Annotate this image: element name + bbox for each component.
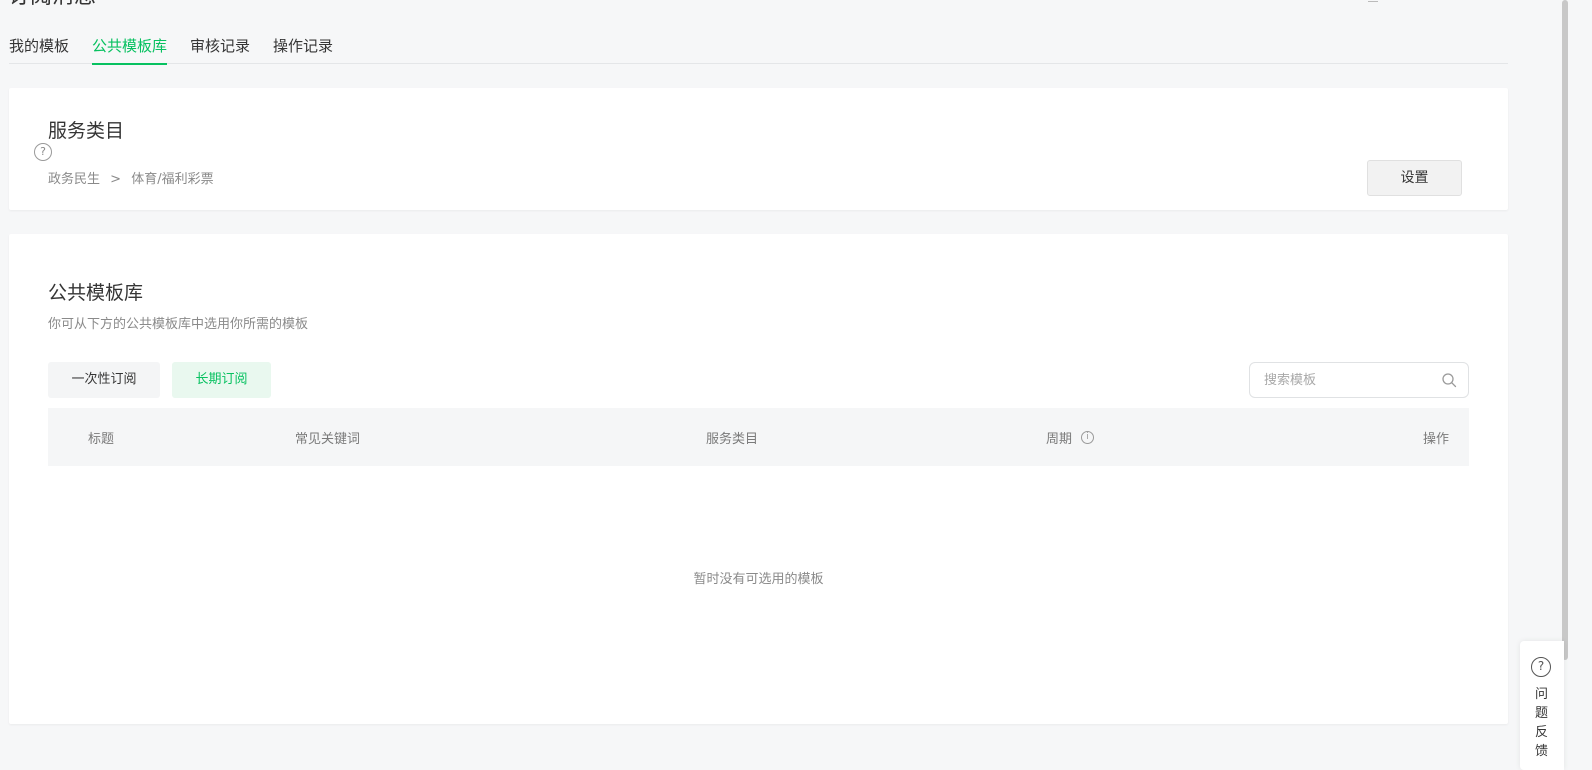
column-category: 服务类目 (706, 432, 759, 447)
service-category-title: 服务类目 (48, 120, 125, 142)
breadcrumb-level1: 政务民生 (48, 172, 101, 187)
filter-long-term-button[interactable]: 长期订阅 (172, 362, 271, 398)
feedback-label: 问题反馈 (1535, 687, 1549, 759)
breadcrumb-separator: > (110, 172, 122, 187)
column-title: 标题 (88, 432, 115, 447)
question-circle-icon: ? (1531, 657, 1551, 677)
column-period: 周期 (1046, 432, 1073, 447)
search-icon[interactable] (1441, 372, 1457, 388)
top-right-control[interactable] (1368, 0, 1378, 2)
tab-my-templates[interactable]: 我的模板 (9, 30, 69, 64)
tab-review-records[interactable]: 审核记录 (190, 30, 250, 64)
feedback-button[interactable]: ? 问题反馈 (1520, 641, 1564, 770)
tab-operation-records[interactable]: 操作记录 (273, 30, 333, 64)
column-period-wrap: 周期 i (1046, 428, 1095, 447)
settings-button[interactable]: 设置 (1367, 160, 1462, 196)
question-circle-icon[interactable]: ? (34, 143, 52, 161)
empty-state-text: 暂时没有可选用的模板 (693, 572, 824, 587)
library-title: 公共模板库 (48, 282, 144, 304)
tab-bar: 我的模板 公共模板库 审核记录 操作记录 (9, 30, 1508, 65)
page-scrollbar[interactable] (1562, 0, 1568, 660)
tab-public-library[interactable]: 公共模板库 (92, 30, 168, 65)
category-breadcrumb: 政务民生 > 体育/福利彩票 (48, 168, 220, 187)
search-box[interactable] (1249, 362, 1469, 398)
page-title: 订阅消息 (8, 0, 96, 8)
service-category-card: 服务类目 ? 政务民生 > 体育/福利彩票 设置 (9, 88, 1508, 210)
filter-once-button[interactable]: 一次性订阅 (48, 362, 160, 398)
public-library-card: 公共模板库 你可从下方的公共模板库中选用你所需的模板 一次性订阅 长期订阅 标题… (9, 234, 1508, 724)
table-header: 标题 常见关键词 服务类目 周期 i 操作 (48, 408, 1469, 466)
library-description: 你可从下方的公共模板库中选用你所需的模板 (48, 317, 309, 332)
info-icon[interactable]: i (1081, 431, 1095, 444)
breadcrumb-level2: 体育/福利彩票 (131, 172, 214, 187)
search-input[interactable] (1264, 371, 1434, 389)
column-keywords: 常见关键词 (295, 432, 361, 447)
column-action: 操作 (1422, 432, 1449, 447)
